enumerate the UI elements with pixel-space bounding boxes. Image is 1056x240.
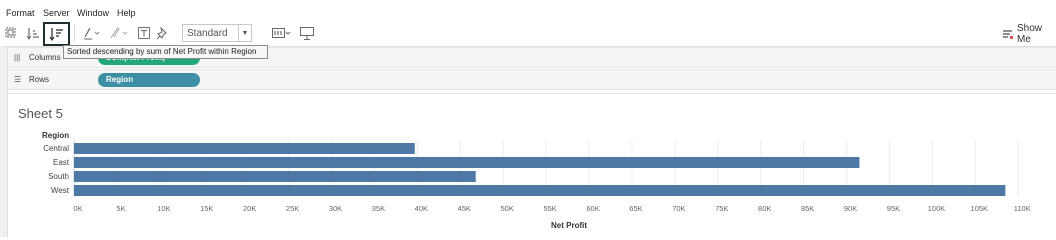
x-tick-label: 75K bbox=[715, 204, 728, 213]
x-tick-label: 60K bbox=[586, 204, 599, 213]
x-tick-label: 80K bbox=[758, 204, 771, 213]
x-axis-title: Net Profit bbox=[551, 221, 587, 230]
x-tick-label: 30K bbox=[329, 204, 342, 213]
x-tick-label: 25K bbox=[286, 204, 299, 213]
x-tick-label: 85K bbox=[801, 204, 814, 213]
x-tick-label: 100K bbox=[928, 204, 946, 213]
x-tick-label: 0K bbox=[73, 204, 82, 213]
bar-south[interactable] bbox=[74, 171, 476, 182]
category-label: West bbox=[51, 186, 70, 195]
x-tick-label: 95K bbox=[887, 204, 900, 213]
x-tick-label: 20K bbox=[243, 204, 256, 213]
category-label: East bbox=[53, 158, 70, 167]
x-tick-label: 55K bbox=[543, 204, 556, 213]
bar-central[interactable] bbox=[74, 143, 415, 154]
x-tick-label: 105K bbox=[971, 204, 989, 213]
x-tick-label: 15K bbox=[200, 204, 213, 213]
x-tick-label: 45K bbox=[458, 204, 471, 213]
category-label: South bbox=[48, 172, 69, 181]
bar-chart: Region Central East South West 0K 5K 10K 15K 20… bbox=[42, 131, 1031, 230]
x-tick-label: 40K bbox=[415, 204, 428, 213]
category-label: Central bbox=[43, 144, 69, 153]
x-tick-label: 5K bbox=[116, 204, 125, 213]
x-tick-label: 65K bbox=[629, 204, 642, 213]
x-tick-label: 35K bbox=[372, 204, 385, 213]
x-tick-label: 70K bbox=[672, 204, 685, 213]
bar-west[interactable] bbox=[74, 185, 1006, 196]
x-tick-label: 90K bbox=[844, 204, 857, 213]
x-tick-label: 10K bbox=[157, 204, 170, 213]
bar-east[interactable] bbox=[74, 157, 860, 168]
x-tick-label: 110K bbox=[1014, 204, 1031, 213]
sort-tooltip: Sorted descending by sum of Net Profit w… bbox=[63, 45, 268, 59]
x-tick-label: 50K bbox=[501, 204, 514, 213]
row-header: Region bbox=[42, 131, 69, 140]
